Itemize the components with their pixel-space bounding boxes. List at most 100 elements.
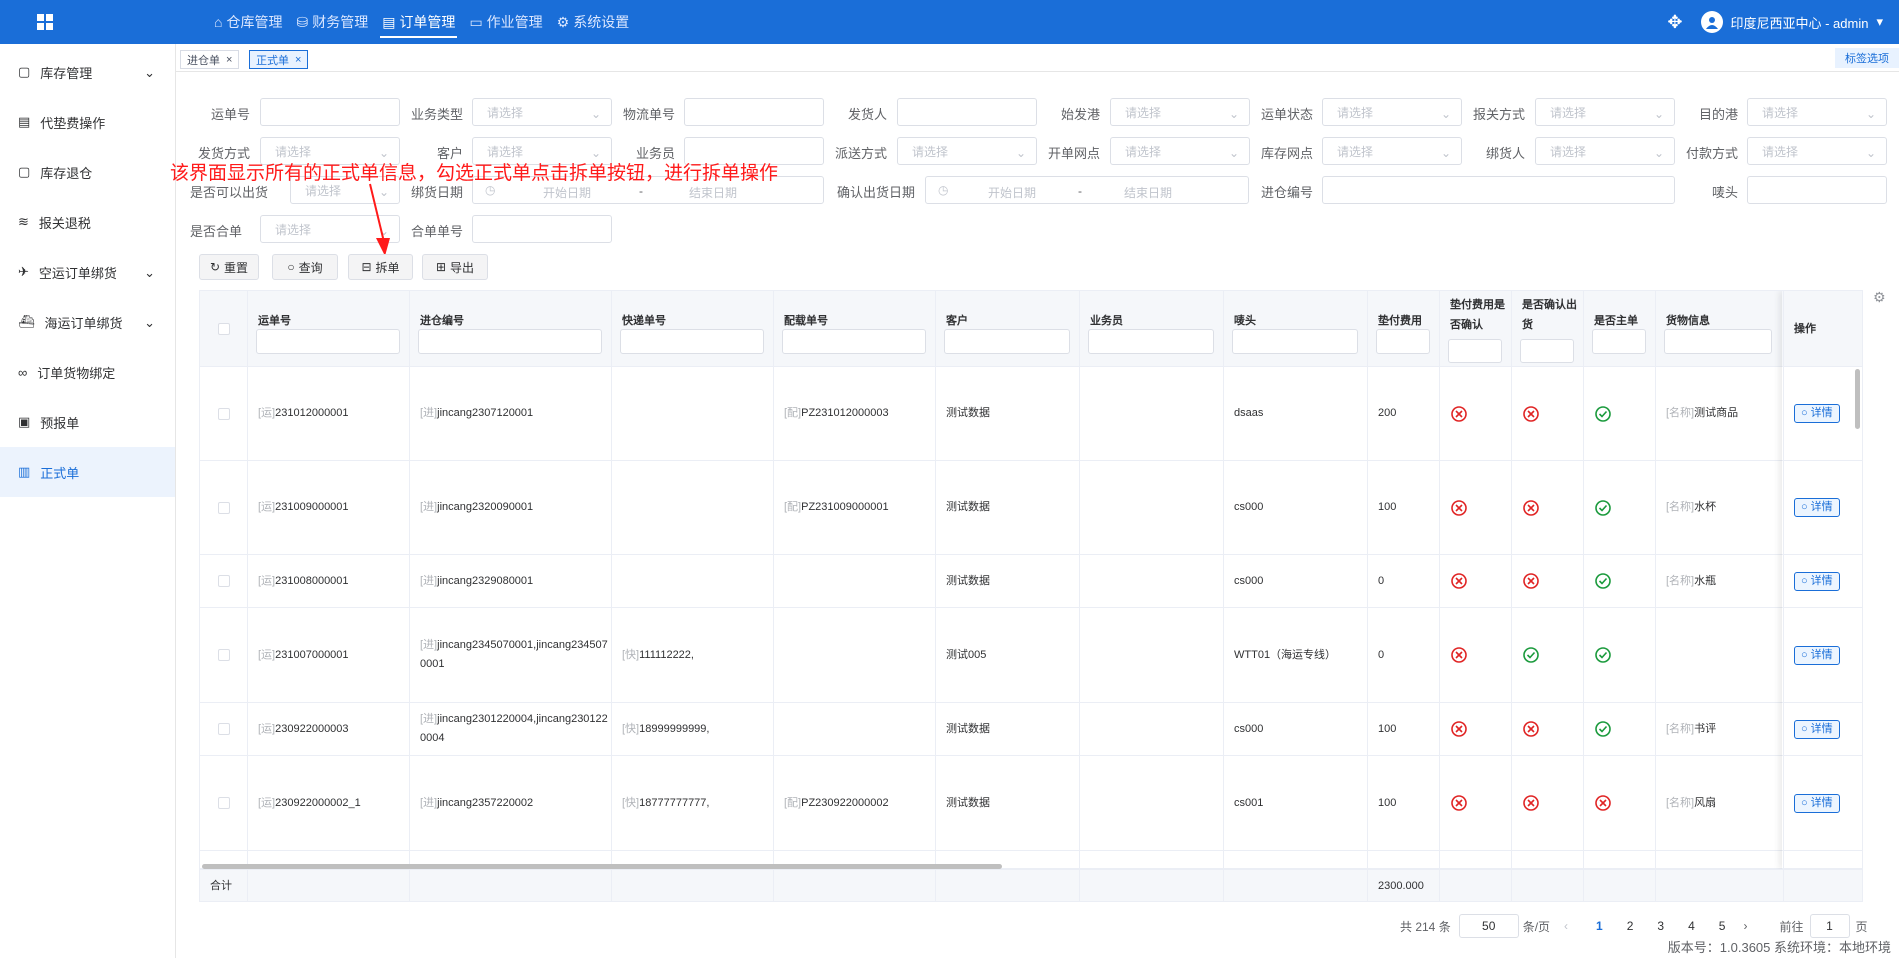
row-checkbox[interactable]: [218, 723, 230, 735]
stock-branch-select[interactable]: 请选择 ⌄: [1322, 137, 1462, 165]
binder-select[interactable]: 请选择 ⌄: [1535, 137, 1675, 165]
box-icon: ▢: [18, 164, 31, 179]
filter-stowage-no[interactable]: [782, 329, 926, 354]
business-type-select[interactable]: 请选择 ⌄: [472, 98, 612, 126]
top-nav-operations[interactable]: ▭ 作业管理: [467, 0, 544, 44]
sidebar-item-advance-fee[interactable]: ▤ 代垫费操作: [0, 97, 175, 147]
shipper-input[interactable]: [897, 98, 1037, 126]
payment-method-select[interactable]: 请选择 ⌄: [1747, 137, 1887, 165]
query-button[interactable]: ○ 查询: [272, 254, 338, 280]
cross-circle-icon: [1595, 795, 1611, 811]
split-order-button[interactable]: ⊟ 拆单: [348, 254, 413, 280]
waybill-status-select[interactable]: 请选择 ⌄: [1322, 98, 1462, 126]
sidebar-item-stock-return[interactable]: ▢ 库存退仓: [0, 147, 175, 197]
page-1[interactable]: 1: [1596, 919, 1603, 933]
sidebar-item-sea-binding[interactable]: ⛴ 海运订单绑货 ⌄: [0, 297, 175, 347]
sidebar: ▢ 库存管理 ⌄ ▤ 代垫费操作 ▢ 库存退仓 ≋ 报关退税 ✈ 空运订单绑货 ⌄ ⛴ 海运订单…: [0, 44, 176, 958]
header-is-main: 是否主单: [1584, 291, 1656, 367]
inbound-no: jincang2307120001: [437, 407, 534, 419]
chevron-down-icon: ⌄: [144, 65, 155, 80]
destination-port-select[interactable]: 请选择 ⌄: [1747, 98, 1887, 126]
row-checkbox[interactable]: [218, 575, 230, 587]
confirm-ship-date-range[interactable]: ◷ 开始日期 - 结束日期: [925, 176, 1249, 204]
sidebar-item-inventory[interactable]: ▢ 库存管理 ⌄: [0, 47, 175, 97]
tab-inbound-order[interactable]: 进仓单 ×: [180, 50, 240, 69]
filter-waybill-no[interactable]: [256, 329, 400, 354]
chevron-down-icon: ⌄: [1440, 146, 1451, 160]
sidebar-item-air-binding[interactable]: ✈ 空运订单绑货 ⌄: [0, 247, 175, 297]
select-all-checkbox[interactable]: [218, 323, 230, 335]
chevron-down-icon: ⌄: [1015, 146, 1026, 160]
vertical-scrollbar[interactable]: [1855, 369, 1860, 429]
row-checkbox[interactable]: [218, 797, 230, 809]
move-icon[interactable]: ✥: [1667, 12, 1682, 33]
tab-options-button[interactable]: 标签选项: [1835, 48, 1899, 68]
header-salesperson: 业务员: [1080, 291, 1224, 367]
chevron-down-icon: ⌄: [1228, 146, 1239, 160]
filter-goods-info[interactable]: [1664, 329, 1772, 354]
apps-grid-icon[interactable]: [36, 13, 54, 31]
user-menu[interactable]: 印度尼西亚中心 - admin ▾: [1700, 11, 1883, 33]
goto-page-input[interactable]: 1: [1809, 914, 1850, 938]
close-icon[interactable]: ×: [295, 54, 301, 66]
header-select-all: [200, 291, 248, 367]
waybill-no-input[interactable]: [260, 98, 400, 126]
delivery-method-select[interactable]: 请选择 ⌄: [897, 137, 1037, 165]
filter-is-main[interactable]: [1592, 329, 1646, 354]
goods-info: 风扇: [1694, 796, 1717, 809]
row-checkbox[interactable]: [218, 501, 230, 514]
top-nav-settings[interactable]: ⚙ 系统设置: [555, 0, 632, 44]
filter-advance-fee[interactable]: [1376, 329, 1430, 354]
reset-button[interactable]: ↻ 重置: [199, 254, 259, 280]
merge-no-input[interactable]: [472, 215, 612, 243]
inbound-no-textarea[interactable]: [1322, 176, 1675, 204]
sidebar-item-formal-order[interactable]: ▥ 正式单: [0, 447, 175, 497]
customs-method-select[interactable]: 请选择 ⌄: [1535, 98, 1675, 126]
advance-fee: 100: [1378, 722, 1397, 735]
filter-fee-confirmed[interactable]: [1448, 339, 1502, 363]
label-merge-no: 合单单号: [410, 224, 463, 239]
filter-ship-confirmed[interactable]: [1520, 339, 1574, 363]
mark-input[interactable]: [1747, 176, 1887, 204]
mark: dsaas: [1234, 407, 1264, 419]
top-nav-orders[interactable]: ▤ 订单管理: [380, 0, 458, 44]
page-4[interactable]: 4: [1688, 919, 1695, 933]
label-stock-branch: 库存网点: [1260, 146, 1313, 161]
annotation-arrow-icon: [369, 183, 390, 256]
origin-port-select[interactable]: 请选择 ⌄: [1110, 98, 1250, 126]
header-fee-confirmed: 垫付费用是否确认: [1440, 291, 1512, 367]
sidebar-item-customs-refund[interactable]: ≋ 报关退税: [0, 197, 175, 247]
page-3[interactable]: 3: [1657, 919, 1664, 933]
top-nav-warehouse[interactable]: ⌂ 仓库管理: [212, 0, 284, 44]
page-size-input[interactable]: 50: [1458, 914, 1519, 938]
filter-express-no[interactable]: [620, 329, 764, 354]
logistics-no-input[interactable]: [684, 98, 824, 126]
page-2[interactable]: 2: [1627, 919, 1634, 933]
label-confirm-ship-date: 确认出货日期: [836, 185, 915, 200]
gear-icon: ⚙: [556, 13, 570, 30]
sidebar-item-goods-binding[interactable]: ∞ 订单货物绑定: [0, 347, 175, 397]
inbound-no: jincang2301220004,jincang2301220004: [420, 713, 608, 744]
billing-branch-select[interactable]: 请选择 ⌄: [1110, 137, 1250, 165]
chevron-down-icon: ⌄: [590, 107, 601, 121]
box-icon: ▢: [18, 64, 31, 79]
table-settings-gear-icon[interactable]: ⚙: [1873, 289, 1886, 306]
prev-page-icon[interactable]: ‹: [1564, 919, 1568, 933]
next-page-icon[interactable]: ›: [1743, 919, 1747, 933]
sidebar-item-forecast[interactable]: ▣ 预报单: [0, 397, 175, 447]
close-icon[interactable]: ×: [226, 54, 232, 66]
top-nav-finance[interactable]: ⛁ 财务管理: [294, 0, 370, 44]
inbound-no: jincang2320090001: [437, 501, 534, 513]
export-button[interactable]: ⊞ 导出: [422, 254, 488, 280]
waybill-no: 230922000003: [275, 722, 349, 735]
cross-circle-icon: [1451, 405, 1467, 422]
filter-salesperson[interactable]: [1088, 329, 1214, 354]
stowage-no: PZ230922000002: [801, 796, 889, 809]
row-checkbox[interactable]: [218, 407, 230, 420]
filter-inbound-no[interactable]: [418, 329, 602, 354]
filter-mark[interactable]: [1232, 329, 1358, 354]
page-5[interactable]: 5: [1719, 919, 1726, 933]
row-checkbox[interactable]: [218, 649, 230, 661]
tab-formal-order[interactable]: 正式单 ×: [249, 50, 309, 69]
filter-customer[interactable]: [944, 329, 1070, 354]
